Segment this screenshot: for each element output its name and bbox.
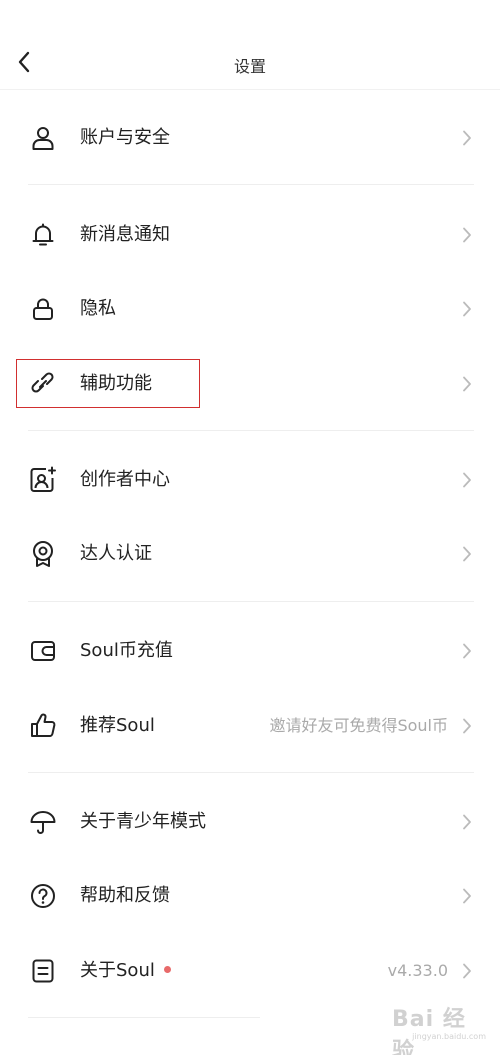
chevron-right-icon: [460, 225, 474, 245]
setting-row-teen-mode[interactable]: 关于青少年模式: [0, 792, 500, 852]
chevron-right-icon: [460, 374, 474, 394]
chevron-right-icon: [460, 812, 474, 832]
watermark: Bai 经验 jingyan.baidu.com: [392, 1001, 488, 1055]
chevron-right-icon: [460, 299, 474, 319]
setting-label: 辅助功能: [80, 373, 152, 394]
section-divider: [28, 430, 474, 431]
setting-label: 关于青少年模式: [80, 811, 206, 832]
setting-row-expert-verification[interactable]: 达人认证: [0, 524, 500, 584]
setting-row-creator-center[interactable]: 创作者中心: [0, 450, 500, 510]
watermark-sub: jingyan.baidu.com: [412, 1032, 486, 1041]
setting-label: 帮助和反馈: [80, 885, 170, 906]
setting-row-accessibility[interactable]: 辅助功能: [0, 354, 500, 414]
chevron-right-icon: [460, 544, 474, 564]
setting-label: 达人认证: [80, 543, 152, 564]
bell-icon: [28, 220, 58, 250]
setting-label: 新消息通知: [80, 224, 170, 245]
watermark-text: Bai 经验: [392, 1007, 466, 1055]
chevron-right-icon: [460, 470, 474, 490]
section-divider: [28, 184, 474, 185]
version-text: v4.33.0: [387, 961, 448, 980]
setting-row-help-feedback[interactable]: 帮助和反馈: [0, 866, 500, 926]
thumbs-up-icon: [28, 711, 58, 741]
setting-row-soul-coin-recharge[interactable]: Soul币充值: [0, 621, 500, 681]
setting-row-account-security[interactable]: 账户与安全: [0, 108, 500, 168]
page-title: 设置: [233, 57, 266, 76]
new-indicator-dot: [163, 965, 171, 973]
section-divider: [28, 601, 474, 602]
document-icon: [28, 956, 58, 986]
about-soul-label: 关于Soul: [80, 960, 155, 981]
setting-label: 账户与安全: [80, 127, 170, 148]
lock-icon: [28, 294, 58, 324]
invite-reward-hint: 邀请好友可免费得Soul币: [269, 716, 448, 735]
setting-label: Soul币充值: [80, 640, 173, 661]
chevron-right-icon: [460, 716, 474, 736]
chevron-right-icon: [460, 886, 474, 906]
creator-portrait-icon: [28, 465, 58, 495]
wallet-icon: [28, 636, 58, 666]
setting-row-recommend-soul[interactable]: 推荐Soul 邀请好友可免费得Soul币: [0, 696, 500, 756]
umbrella-icon: [28, 807, 58, 837]
section-divider: [28, 1017, 260, 1018]
nav-header: 设置: [0, 0, 500, 90]
setting-label: 隐私: [80, 298, 116, 319]
chevron-right-icon: [460, 128, 474, 148]
person-icon: [28, 123, 58, 153]
chevron-right-icon: [460, 641, 474, 661]
setting-row-privacy[interactable]: 隐私: [0, 279, 500, 339]
question-circle-icon: [28, 881, 58, 911]
badge-icon: [28, 539, 58, 569]
setting-label: 关于Soul: [80, 941, 171, 1001]
setting-row-notifications[interactable]: 新消息通知: [0, 205, 500, 265]
chevron-right-icon: [460, 961, 474, 981]
setting-row-about-soul[interactable]: 关于Soul v4.33.0: [0, 941, 500, 1001]
section-divider: [28, 772, 474, 773]
setting-label: 推荐Soul: [80, 715, 155, 736]
setting-label: 创作者中心: [80, 469, 170, 490]
link-icon: [28, 369, 58, 399]
